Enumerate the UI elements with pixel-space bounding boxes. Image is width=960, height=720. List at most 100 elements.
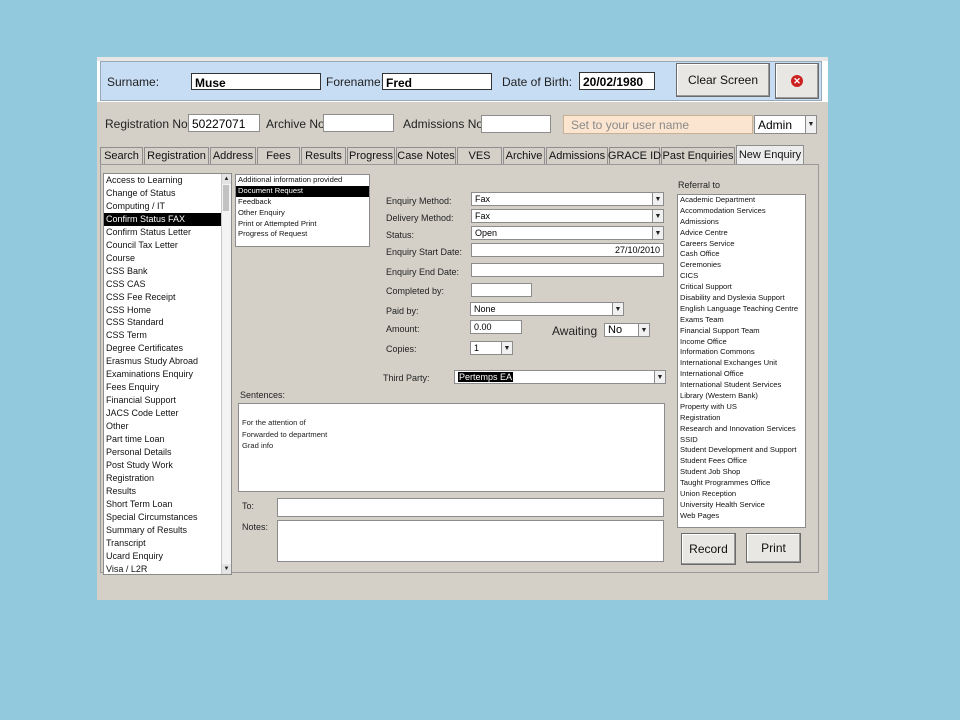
registration-field[interactable]: 50227071 [188, 114, 260, 132]
awaiting-select[interactable]: No ▼ [604, 323, 650, 337]
enquiry-type-item[interactable]: CSS Term [104, 329, 231, 342]
referral-item[interactable]: Library (Western Bank) [678, 391, 805, 402]
referral-item[interactable]: Financial Support Team [678, 326, 805, 337]
referral-item[interactable]: Ceremonies [678, 260, 805, 271]
enquiry-type-item[interactable]: Visa / L2R [104, 563, 231, 574]
user-name-field[interactable]: Set to your user name [563, 115, 753, 134]
referral-item[interactable]: Taught Programmes Office [678, 478, 805, 489]
enquiry-type-item[interactable]: CSS Fee Receipt [104, 291, 231, 304]
enquiry-type-item[interactable]: Access to Learning [104, 174, 231, 187]
enquiry-type-item[interactable]: CSS CAS [104, 278, 231, 291]
referral-item[interactable]: Exams Team [678, 315, 805, 326]
enquiry-type-item[interactable]: Erasmus Study Abroad [104, 355, 231, 368]
enquiry-type-item[interactable]: Registration [104, 472, 231, 485]
referral-item[interactable]: Advice Centre [678, 228, 805, 239]
referral-item[interactable]: University Health Service [678, 500, 805, 511]
referral-item[interactable]: Academic Department [678, 195, 805, 206]
enquiry-type-item[interactable]: Council Tax Letter [104, 239, 231, 252]
enquiry-subtype-item[interactable]: Additional information provided [236, 175, 369, 186]
tab-ves[interactable]: VES [457, 147, 502, 164]
enquiry-subtype-item[interactable]: Document Request [236, 185, 369, 197]
tab-registration[interactable]: Registration [144, 147, 209, 164]
tab-past-enquiries[interactable]: Past Enquiries [661, 147, 735, 164]
enquiry-list-scrollbar[interactable]: ▲ ▼ [221, 174, 231, 574]
enquiry-type-item[interactable]: Part time Loan [104, 433, 231, 446]
referral-item[interactable]: Critical Support [678, 282, 805, 293]
completed-by-field[interactable] [471, 283, 532, 297]
tab-results[interactable]: Results [301, 147, 346, 164]
referral-item[interactable]: Web Pages [678, 511, 805, 522]
referral-item[interactable]: Accommodation Services [678, 206, 805, 217]
enquiry-type-item[interactable]: JACS Code Letter [104, 407, 231, 420]
referral-item[interactable]: Research and Innovation Services [678, 424, 805, 435]
referral-item[interactable]: International Student Services [678, 380, 805, 391]
delivery-method-select[interactable]: Fax ▼ [471, 209, 664, 223]
referral-item[interactable]: Union Reception [678, 489, 805, 500]
enquiry-subtype-item[interactable]: Other Enquiry [236, 208, 369, 219]
enquiry-type-item[interactable]: Examinations Enquiry [104, 368, 231, 381]
user-role-select[interactable]: Admin ▼ [754, 115, 817, 134]
enquiry-type-list[interactable]: Access to Learning Change of Status Comput… [103, 173, 232, 575]
referral-item[interactable]: International Exchanges Unit [678, 358, 805, 369]
enquiry-subtype-item[interactable]: Feedback [236, 197, 369, 208]
tab-search[interactable]: Search [100, 147, 143, 164]
referral-item[interactable]: Student Job Shop [678, 467, 805, 478]
enquiry-type-item[interactable]: Degree Certificates [104, 342, 231, 355]
enquiry-type-item[interactable]: CSS Bank [104, 265, 231, 278]
scroll-thumb[interactable] [223, 185, 229, 211]
admissions-field[interactable] [481, 115, 551, 133]
enquiry-type-item[interactable]: Personal Details [104, 446, 231, 459]
dob-field[interactable]: 20/02/1980 [579, 72, 655, 90]
enquiry-type-item[interactable]: CSS Standard [104, 316, 231, 329]
referral-item[interactable]: Information Commons [678, 347, 805, 358]
status-select[interactable]: Open ▼ [471, 226, 664, 240]
referral-item[interactable]: International Office [678, 369, 805, 380]
archive-field[interactable] [323, 114, 394, 132]
referral-item[interactable]: Property with US [678, 402, 805, 413]
enquiry-type-item[interactable]: Change of Status [104, 187, 231, 200]
referral-item[interactable]: Income Office [678, 337, 805, 348]
enquiry-type-item[interactable]: Post Study Work [104, 459, 231, 472]
enquiry-subtype-item[interactable]: Progress of Request [236, 229, 369, 240]
enquiry-type-item[interactable]: Short Term Loan [104, 498, 231, 511]
enquiry-type-item[interactable]: Summary of Results [104, 524, 231, 537]
close-button[interactable]: ✕ [775, 63, 819, 99]
enquiry-type-item[interactable]: Financial Support [104, 394, 231, 407]
enquiry-type-item[interactable]: Fees Enquiry [104, 381, 231, 394]
clear-screen-button[interactable]: Clear Screen [676, 63, 770, 97]
scroll-down-icon[interactable]: ▼ [222, 564, 231, 574]
referral-item[interactable]: SSID [678, 435, 805, 446]
surname-field[interactable]: Muse [191, 73, 321, 90]
record-button[interactable]: Record [681, 533, 736, 565]
enquiry-type-item[interactable]: Ucard Enquiry [104, 550, 231, 563]
enquiry-type-item[interactable]: Course [104, 252, 231, 265]
enquiry-end-date-field[interactable] [471, 263, 664, 277]
referral-item[interactable]: CICS [678, 271, 805, 282]
copies-select[interactable]: 1 ▼ [470, 341, 513, 355]
referral-item[interactable]: Disability and Dyslexia Support [678, 293, 805, 304]
enquiry-type-item[interactable]: Confirm Status FAX [104, 212, 231, 226]
referral-item[interactable]: English Language Teaching Centre [678, 304, 805, 315]
amount-field[interactable]: 0.00 [470, 320, 522, 334]
referral-item[interactable]: Careers Service [678, 239, 805, 250]
forename-field[interactable]: Fred [382, 73, 492, 90]
referral-item[interactable]: Cash Office [678, 249, 805, 260]
print-button[interactable]: Print [746, 533, 801, 563]
enquiry-type-item[interactable]: Computing / IT [104, 200, 231, 213]
enquiry-type-item[interactable]: CSS Home [104, 304, 231, 317]
enquiry-subtype-item[interactable]: Print or Attempted Print [236, 219, 369, 230]
tab-address[interactable]: Address [210, 147, 256, 164]
enquiry-type-item[interactable]: Other [104, 420, 231, 433]
scroll-up-icon[interactable]: ▲ [222, 174, 231, 184]
referral-item[interactable]: Admissions [678, 217, 805, 228]
referral-item[interactable]: Registration [678, 413, 805, 424]
enquiry-type-item[interactable]: Confirm Status Letter [104, 226, 231, 239]
enquiry-type-item[interactable]: Results [104, 485, 231, 498]
enquiry-subtype-list[interactable]: Additional information provided Document … [235, 174, 370, 247]
enquiry-method-select[interactable]: Fax ▼ [471, 192, 664, 206]
tab-fees[interactable]: Fees [257, 147, 300, 164]
paid-by-select[interactable]: None ▼ [470, 302, 624, 316]
third-party-select[interactable]: Pertemps EA ▼ [454, 370, 666, 384]
enquiry-start-date-field[interactable]: 27/10/2010 [471, 243, 664, 257]
tab-grace-id[interactable]: GRACE ID [608, 147, 661, 164]
